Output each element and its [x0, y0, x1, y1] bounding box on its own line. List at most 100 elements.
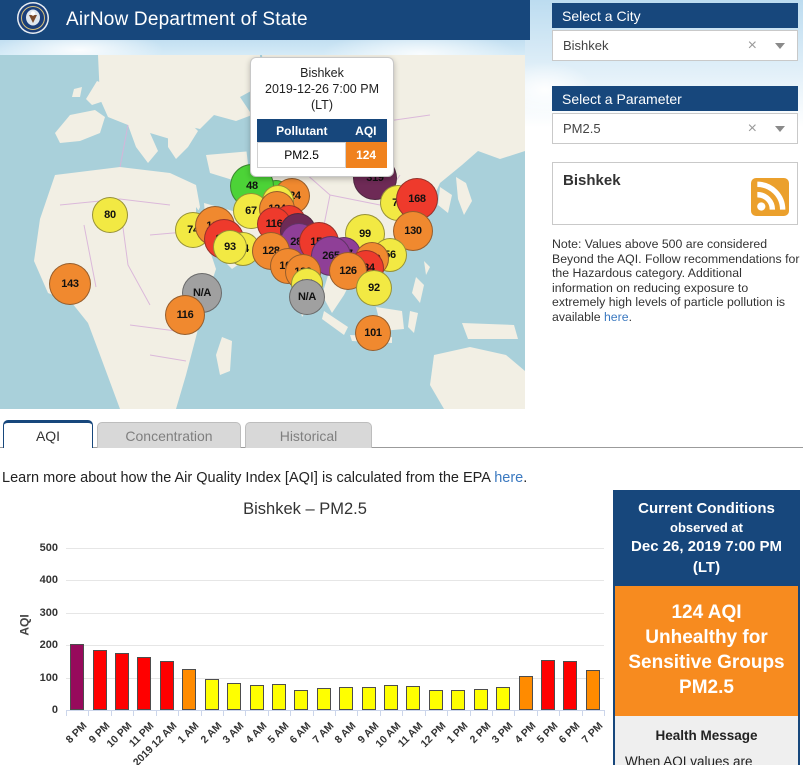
- x-tick: [88, 710, 89, 716]
- chart-bar[interactable]: [137, 657, 151, 710]
- chart-bar[interactable]: [182, 669, 196, 710]
- health-message-title: Health Message: [625, 728, 788, 743]
- chart-bar[interactable]: [272, 684, 286, 710]
- chart-bar[interactable]: [474, 689, 488, 710]
- chart-bar[interactable]: [541, 660, 555, 710]
- aqi-value-line: 124 AQI: [619, 600, 794, 625]
- popup-city: Bishkek: [257, 65, 387, 81]
- x-tick-label: 1 AM: [176, 720, 202, 746]
- x-tick-label: 1 PM: [445, 720, 471, 746]
- chart-bar[interactable]: [70, 644, 84, 710]
- y-tick-label: 100: [12, 672, 58, 684]
- gridline: [66, 580, 604, 581]
- chart-bar[interactable]: [294, 690, 308, 710]
- health-message-block: Health Message When AQI values are betwe…: [615, 716, 798, 765]
- aqi-pollutant-line: PM2.5: [619, 675, 794, 700]
- city-feed-box: Bishkek: [552, 162, 798, 225]
- chart-bar[interactable]: [563, 661, 577, 710]
- aqi-category-line1: Unhealthy for: [619, 625, 794, 650]
- popup-table: Pollutant AQI PM2.5 124: [257, 119, 387, 168]
- x-tick: [380, 710, 381, 716]
- x-tick: [111, 710, 112, 716]
- chart-bar[interactable]: [586, 670, 600, 710]
- app-header: AirNow Department of State: [0, 0, 530, 40]
- aqi-bubble[interactable]: N/A: [289, 279, 325, 315]
- popup-col-pollutant: Pollutant: [258, 120, 346, 143]
- x-tick: [268, 710, 269, 716]
- chevron-down-icon[interactable]: [775, 43, 785, 49]
- note-here-link[interactable]: here: [604, 310, 629, 324]
- x-tick: [514, 710, 515, 716]
- note-text-before: Note: Values above 500 are considered Be…: [552, 237, 799, 324]
- department-of-state-seal-icon: [16, 1, 50, 40]
- x-tick: [335, 710, 336, 716]
- x-tick: [470, 710, 471, 716]
- chart-title: Bishkek – PM2.5: [0, 500, 610, 519]
- x-tick-label: 5 AM: [265, 720, 291, 746]
- chart-bar[interactable]: [384, 685, 398, 710]
- x-tick-label: 7 PM: [579, 720, 605, 746]
- x-tick-label: 8 AM: [333, 720, 359, 746]
- x-tick-label: 6 AM: [288, 720, 314, 746]
- chart-bar[interactable]: [451, 690, 465, 710]
- aqi-bubble[interactable]: 116: [165, 295, 205, 335]
- chart-bar[interactable]: [250, 685, 264, 710]
- aqi-summary-block: 124 AQI Unhealthy for Sensitive Groups P…: [615, 586, 798, 716]
- rss-icon[interactable]: [751, 178, 789, 216]
- chart-bar[interactable]: [227, 683, 241, 710]
- clear-city-icon[interactable]: ×: [748, 37, 757, 55]
- tab-historical[interactable]: Historical: [245, 422, 372, 448]
- chart-bar[interactable]: [339, 687, 353, 710]
- x-tick: [66, 710, 67, 716]
- clear-parameter-icon[interactable]: ×: [748, 120, 757, 138]
- parameter-select[interactable]: PM2.5 ×: [552, 113, 798, 144]
- chart-bar[interactable]: [429, 690, 443, 710]
- aqi-bubble[interactable]: 92: [356, 270, 392, 306]
- observed-datetime: Dec 26, 2019 7:00 PM (LT): [619, 536, 794, 578]
- current-conditions-panel: Current Conditions observed at Dec 26, 2…: [613, 490, 800, 765]
- learn-more-here-link[interactable]: here: [494, 470, 523, 486]
- city-select[interactable]: Bishkek ×: [552, 30, 798, 61]
- chart-bar[interactable]: [406, 686, 420, 710]
- x-tick: [537, 710, 538, 716]
- learn-more-before: Learn more about how the Air Quality Ind…: [2, 470, 494, 486]
- note-text: Note: Values above 500 are considered Be…: [552, 237, 800, 325]
- aqi-bubble[interactable]: 101: [355, 315, 391, 351]
- chart-bar[interactable]: [519, 676, 533, 710]
- x-tick-label: 2 AM: [198, 720, 224, 746]
- x-tick: [447, 710, 448, 716]
- y-tick-label: 300: [12, 607, 58, 619]
- chart-bar[interactable]: [496, 687, 510, 710]
- aqi-category-line2: Sensitive Groups: [619, 650, 794, 675]
- x-tick: [156, 710, 157, 716]
- chart-bar[interactable]: [115, 653, 129, 710]
- health-message-text: When AQI values are between 101 and 150,…: [625, 751, 788, 765]
- map-region[interactable]: 8074814367741351525493N/A116319741689913…: [0, 55, 525, 409]
- map-popup: Bishkek 2019-12-26 7:00 PM (LT) Pollutan…: [250, 57, 394, 177]
- gridline: [66, 645, 604, 646]
- app-title: AirNow Department of State: [66, 9, 308, 31]
- select-parameter-header: Select a Parameter: [552, 86, 798, 111]
- x-tick: [604, 710, 605, 716]
- aqi-bubble[interactable]: 93: [213, 230, 247, 264]
- popup-aqi-value: 124: [346, 143, 387, 168]
- chart-bar[interactable]: [160, 661, 174, 710]
- aqi-bubble[interactable]: 143: [49, 263, 91, 305]
- popup-col-aqi: AQI: [346, 120, 387, 143]
- tab-aqi[interactable]: AQI: [3, 420, 93, 448]
- x-tick-label: 4 AM: [243, 720, 269, 746]
- current-conditions-title: Current Conditions: [619, 499, 794, 519]
- tab-concentration[interactable]: Concentration: [97, 422, 241, 448]
- gridline: [66, 613, 604, 614]
- chart-bar[interactable]: [317, 688, 331, 710]
- observed-at-label: observed at: [619, 519, 794, 536]
- chart-bar[interactable]: [362, 687, 376, 710]
- chart-bar[interactable]: [93, 650, 107, 710]
- x-tick-label: 7 AM: [310, 720, 336, 746]
- x-tick-label: 3 PM: [490, 720, 516, 746]
- chevron-down-icon[interactable]: [775, 126, 785, 132]
- aqi-bubble[interactable]: 80: [92, 197, 128, 233]
- popup-datetime: 2019-12-26 7:00 PM (LT): [257, 81, 387, 113]
- learn-more-after: .: [523, 470, 527, 486]
- chart-bar[interactable]: [205, 679, 219, 710]
